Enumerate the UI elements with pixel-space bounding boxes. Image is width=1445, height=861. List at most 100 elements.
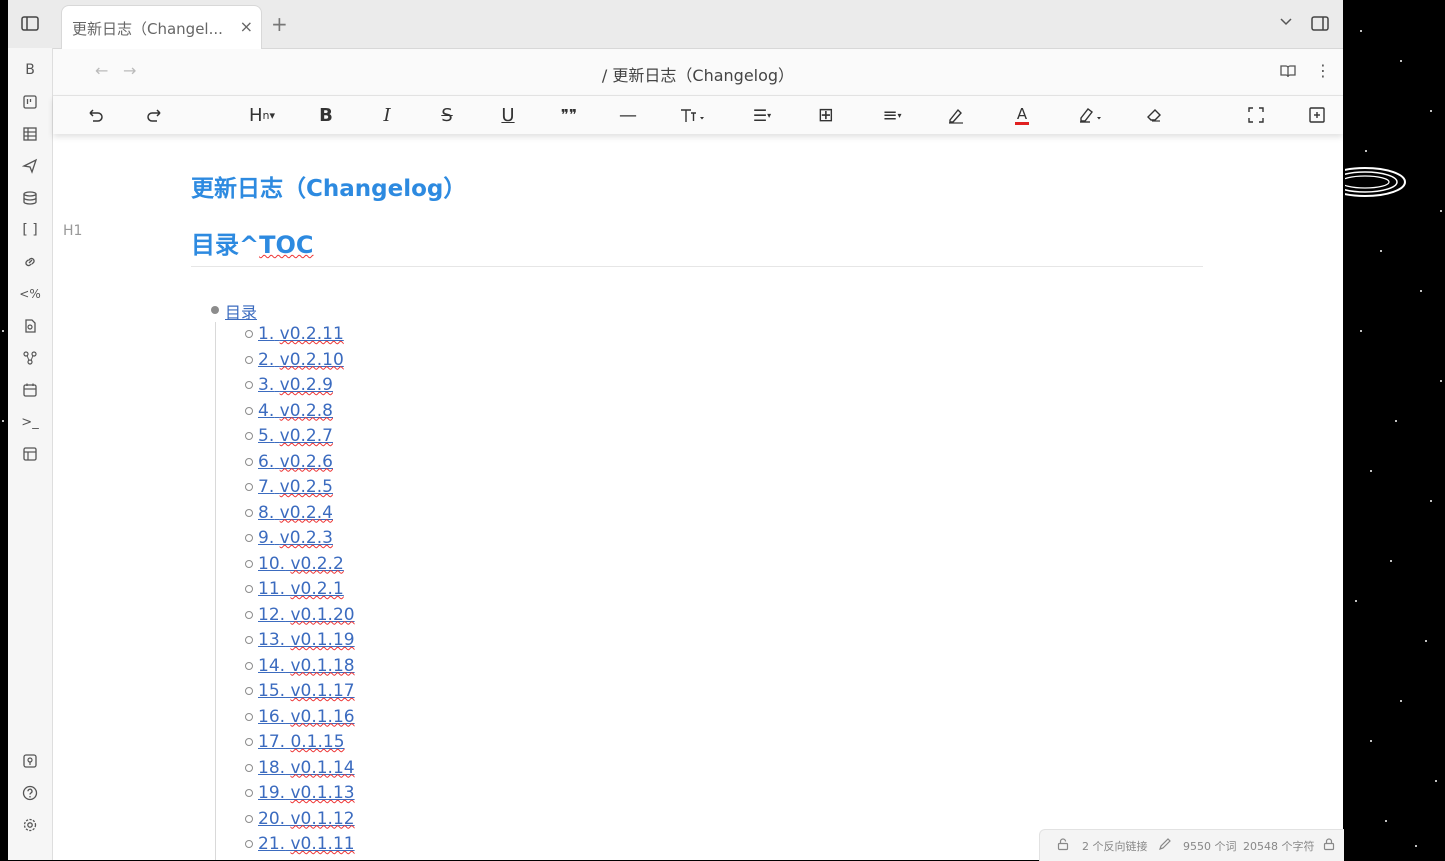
toc-link[interactable]: 1. v0.2.11 (258, 322, 344, 347)
fullscreen-icon[interactable] (1246, 104, 1266, 126)
list-bullet-circle[interactable] (245, 330, 253, 338)
blockquote-button[interactable]: ❞❞ (558, 104, 580, 126)
list-bullet-circle[interactable] (245, 789, 253, 797)
list-bullet-circle[interactable] (245, 508, 253, 517)
list-bullet-circle[interactable] (245, 483, 253, 491)
heading-button[interactable]: Hn▾ (248, 104, 276, 126)
divider-button[interactable]: — (619, 104, 637, 126)
strikethrough-button[interactable]: S (439, 104, 455, 126)
toc-link[interactable]: 2. v0.2.10 (258, 348, 344, 373)
toolbar-settings-icon[interactable] (1307, 104, 1327, 126)
toc-link[interactable]: 12. v0.1.20 (258, 603, 355, 628)
table-icon[interactable] (20, 124, 40, 144)
font-color-button[interactable]: A (1008, 104, 1036, 126)
list-bullet-circle[interactable] (245, 610, 253, 619)
layout-icon[interactable] (20, 444, 40, 464)
list-bullet-circle[interactable] (245, 687, 253, 695)
breadcrumb[interactable]: / 更新日志（Changelog） (53, 62, 1343, 86)
toc-link[interactable]: 6. v0.2.6 (258, 450, 333, 475)
toc-link[interactable]: 19. v0.1.13 (258, 781, 355, 806)
font-color-bar (1015, 121, 1029, 125)
database-icon[interactable] (20, 188, 40, 208)
toc-link[interactable]: 14. v0.1.18 (258, 654, 355, 679)
toc-link-number: 7. (258, 477, 275, 497)
list-bullet-circle[interactable] (245, 534, 253, 542)
ribbon-brackets-icon[interactable]: [ ] (20, 220, 40, 240)
list-bullet-circle[interactable] (245, 559, 253, 568)
list-bullet-circle[interactable] (245, 381, 253, 389)
chevron-down-icon[interactable] (1278, 14, 1294, 30)
help-icon[interactable] (20, 783, 40, 803)
unlock-icon[interactable] (1056, 837, 1070, 851)
ribbon-terminal-icon[interactable]: >_ (20, 412, 40, 432)
italic-button[interactable]: I (379, 104, 395, 126)
new-tab-button[interactable]: + (271, 12, 288, 36)
text-size-icon[interactable] (678, 104, 706, 126)
list-bullet-circle[interactable] (245, 814, 253, 823)
tab-changelog[interactable]: 更新日志（Changel... × (61, 5, 262, 49)
toc-root-link[interactable]: 目录 (225, 299, 257, 323)
list-bullet-circle[interactable] (245, 406, 253, 415)
list-bullet-circle[interactable] (245, 457, 253, 466)
right-sidebar-toggle-icon[interactable] (1310, 14, 1330, 34)
link-icon[interactable] (20, 252, 40, 272)
redo-icon[interactable] (145, 104, 165, 126)
toc-link[interactable]: 20. v0.1.12 (258, 807, 355, 832)
list-bullet-circle[interactable] (245, 763, 253, 772)
kanban-icon[interactable] (20, 92, 40, 112)
edit-pencil-icon[interactable] (1158, 837, 1172, 851)
toc-link[interactable]: 7. v0.2.5 (258, 475, 333, 500)
toc-link-version: v0.2.10 (279, 349, 344, 370)
toc-link[interactable]: 8. v0.2.4 (258, 501, 333, 526)
graph-icon[interactable] (20, 348, 40, 368)
reading-mode-book-icon[interactable] (1279, 63, 1297, 79)
left-sidebar-toggle-icon[interactable] (20, 14, 40, 34)
toc-link[interactable]: 9. v0.2.3 (258, 526, 333, 551)
highlighter-icon[interactable] (1076, 104, 1104, 126)
toc-link[interactable]: 5. v0.2.7 (258, 424, 333, 449)
toc-link[interactable]: 17. 0.1.15 (258, 730, 345, 755)
toc-link[interactable]: 13. v0.1.19 (258, 628, 355, 653)
eraser-icon[interactable] (1144, 104, 1164, 126)
list-bullet-circle[interactable] (245, 636, 253, 644)
list-bullet-circle[interactable] (245, 738, 253, 746)
toc-link[interactable]: 11. v0.2.1 (258, 577, 344, 602)
star (1380, 250, 1382, 252)
list-button[interactable]: ☰ ▾ (749, 104, 775, 126)
toc-heading[interactable]: 目录^TOC (191, 225, 314, 260)
toc-link[interactable]: 16. v0.1.16 (258, 705, 355, 730)
more-options-icon[interactable]: ⋮ (1315, 61, 1331, 80)
list-bullet-circle[interactable] (245, 840, 253, 848)
list-bullet[interactable] (211, 306, 219, 314)
toc-link[interactable]: 15. v0.1.17 (258, 679, 355, 704)
undo-icon[interactable] (85, 104, 105, 126)
settings-icon[interactable] (20, 815, 40, 835)
table-button[interactable]: ⊞ (817, 104, 835, 126)
list-bullet-circle[interactable] (245, 432, 253, 440)
lock-icon[interactable] (1322, 837, 1336, 851)
list-bullet-circle[interactable] (245, 585, 253, 593)
list-bullet-circle[interactable] (245, 355, 253, 364)
toc-link[interactable]: 4. v0.2.8 (258, 399, 333, 424)
star (1425, 640, 1427, 642)
toc-link[interactable]: 3. v0.2.9 (258, 373, 333, 398)
ribbon-template-icon[interactable]: <% (19, 284, 40, 304)
file-search-icon[interactable] (20, 316, 40, 336)
vault-icon[interactable] (20, 751, 40, 771)
align-button[interactable]: ≡ ▾ (879, 104, 905, 126)
toc-link[interactable]: 10. v0.2.2 (258, 552, 344, 577)
bold-button[interactable]: B (318, 104, 334, 126)
ribbon-bold-b-icon[interactable]: B (20, 60, 40, 80)
backlinks-count[interactable]: 2 个反向链接 (1082, 838, 1148, 854)
list-bullet-circle[interactable] (245, 712, 253, 721)
toc-link[interactable]: 21. v0.1.11 (258, 832, 355, 857)
calendar-icon[interactable] (20, 380, 40, 400)
page-title[interactable]: 更新日志（Changelog） (191, 169, 466, 203)
tab-close-button[interactable]: × (240, 17, 253, 36)
toc-link[interactable]: 18. v0.1.14 (258, 756, 355, 781)
list-bullet-circle[interactable] (245, 661, 253, 670)
format-brush-icon[interactable] (946, 104, 966, 126)
editor-pane[interactable]: 更新日志（Changelog） H1 目录^TOC 目录 1. v0.2.11 2… (53, 134, 1343, 860)
send-icon[interactable] (20, 156, 40, 176)
underline-button[interactable]: U (500, 104, 516, 126)
